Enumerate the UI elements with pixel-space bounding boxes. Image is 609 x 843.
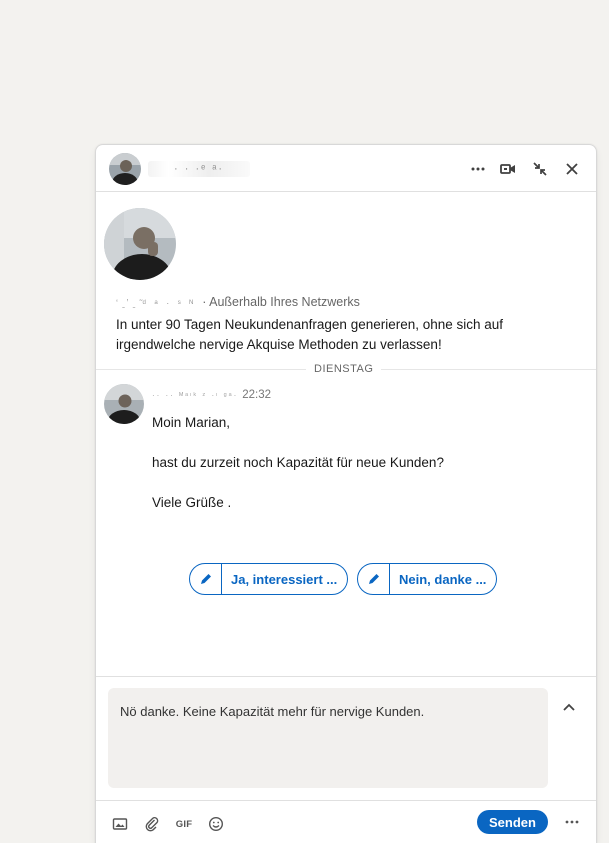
sender-name-redacted[interactable]: ·· ·· ᴹᵃᶦᵏ ᶻ ·ᶦ ᵍᵃ· bbox=[152, 391, 238, 400]
video-call-icon[interactable] bbox=[496, 157, 520, 181]
profile-headline: In unter 90 Tagen Neukundenanfragen gene… bbox=[116, 317, 504, 352]
pencil-icon bbox=[190, 564, 222, 594]
compress-icon[interactable] bbox=[528, 157, 552, 181]
message-line: Viele Grüße . bbox=[152, 495, 232, 510]
chat-header: · · ·ᵉ ᵃ· bbox=[96, 145, 596, 192]
compose-area: Nö danke. Keine Kapazität mehr für nervi… bbox=[96, 676, 596, 801]
message-body: Moin Marian, hast du zurzeit noch Kapazi… bbox=[152, 413, 572, 533]
message-line: Moin Marian, bbox=[152, 415, 231, 430]
pencil-icon bbox=[358, 564, 390, 594]
quick-reply-no[interactable]: Nein, danke ... bbox=[357, 563, 498, 595]
ellipsis-icon[interactable] bbox=[466, 157, 490, 181]
header-avatar[interactable] bbox=[109, 153, 141, 185]
message-input[interactable]: Nö danke. Keine Kapazität mehr für nervi… bbox=[108, 688, 548, 788]
message-time: 22:32 bbox=[242, 389, 272, 401]
paperclip-icon[interactable] bbox=[141, 813, 163, 835]
gif-button[interactable]: GIF bbox=[173, 813, 195, 835]
quick-reply-label: Ja, interessiert ... bbox=[231, 571, 338, 587]
header-contact-name[interactable]: · · ·ᵉ ᵃ· bbox=[148, 159, 308, 179]
chat-window: · · ·ᵉ ᵃ· ʻ ̱ʼ ̱ ̃ᵈ ᵃ · ˢ ᴺ · Außerhalb I… bbox=[95, 144, 597, 843]
profile-name-line: ʻ ̱ʼ ̱ ̃ᵈ ᵃ · ˢ ᴺ · Außerhalb Ihres Netzw… bbox=[116, 295, 360, 309]
compose-toolbar: GIF Senden bbox=[96, 800, 596, 843]
profile-name-redacted[interactable]: ʻ ̱ʼ ̱ ̃ᵈ ᵃ · ˢ ᴺ bbox=[116, 298, 196, 308]
day-label: DIENSTAG bbox=[306, 362, 382, 376]
quick-reply-yes[interactable]: Ja, interessiert ... bbox=[189, 563, 349, 595]
profile-avatar[interactable] bbox=[104, 208, 176, 280]
image-icon[interactable] bbox=[109, 813, 131, 835]
emoji-icon[interactable] bbox=[205, 813, 227, 835]
ellipsis-icon[interactable] bbox=[560, 811, 584, 833]
message-avatar[interactable] bbox=[104, 384, 144, 424]
message-line: hast du zurzeit noch Kapazität für neue … bbox=[152, 455, 444, 470]
close-icon[interactable] bbox=[560, 157, 584, 181]
send-button[interactable]: Senden bbox=[477, 810, 548, 834]
message-meta: ·· ·· ᴹᵃᶦᵏ ᶻ ·ᶦ ᵍᵃ· 22:32 bbox=[152, 389, 271, 401]
quick-reply-label: Nein, danke ... bbox=[399, 571, 487, 587]
day-divider: DIENSTAG bbox=[96, 362, 596, 376]
chevron-up-icon[interactable] bbox=[558, 697, 580, 719]
network-status: · Außerhalb Ihres Netzwerks bbox=[202, 295, 360, 309]
